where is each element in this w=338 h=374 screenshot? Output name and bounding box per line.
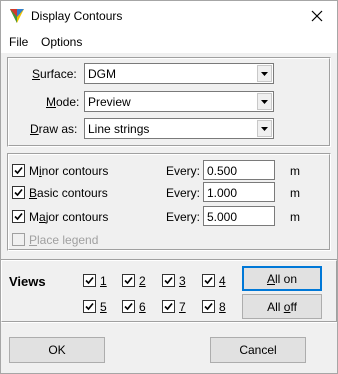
place-legend-checkbox[interactable] xyxy=(12,233,25,246)
menu-bar: File Options xyxy=(1,31,337,53)
title-bar: Display Contours xyxy=(1,1,337,31)
chevron-down-icon xyxy=(257,120,272,137)
basic-contours-label: Basic contours xyxy=(29,186,108,200)
major-contours-checkbox[interactable] xyxy=(12,210,25,223)
view-8-checkbox[interactable] xyxy=(202,300,215,313)
view-7-checkbox[interactable] xyxy=(162,300,175,313)
all-on-button[interactable]: All on xyxy=(242,266,322,291)
contours-panel: Minor contours Every: 0.500 m Basic cont… xyxy=(7,153,331,251)
basic-contours-checkbox[interactable] xyxy=(12,186,25,199)
check-icon xyxy=(164,302,173,311)
check-icon xyxy=(204,302,213,311)
view-1-label: 1 xyxy=(100,274,107,288)
display-contours-dialog: Display Contours File Options Surface: D… xyxy=(0,0,338,374)
check-icon xyxy=(164,276,173,285)
view-1-checkbox[interactable] xyxy=(83,274,96,287)
check-icon xyxy=(124,302,133,311)
place-legend-label: Place legend xyxy=(29,233,99,247)
mode-select[interactable]: Preview xyxy=(84,91,274,112)
menu-options[interactable]: Options xyxy=(41,35,82,49)
draw-as-select[interactable]: Line strings xyxy=(84,118,274,139)
all-off-button[interactable]: All off xyxy=(242,294,322,319)
major-interval-value: 5.000 xyxy=(207,210,238,224)
surface-value: DGM xyxy=(88,67,116,81)
view-5-label: 5 xyxy=(100,300,107,314)
ok-button[interactable]: OK xyxy=(9,337,105,363)
basic-unit: m xyxy=(290,186,300,200)
surface-select[interactable]: DGM xyxy=(84,63,274,84)
minor-interval-input[interactable]: 0.500 xyxy=(203,160,275,180)
major-interval-input[interactable]: 5.000 xyxy=(203,206,275,226)
app-icon xyxy=(10,9,24,23)
check-icon xyxy=(85,302,94,311)
view-2-checkbox[interactable] xyxy=(122,274,135,287)
views-panel: Views 1 2 3 4 5 6 7 8 All on All off xyxy=(1,259,337,323)
views-title: Views xyxy=(9,274,46,289)
surface-label: Surface: xyxy=(32,67,77,81)
menu-file[interactable]: File xyxy=(9,35,28,49)
view-8-label: 8 xyxy=(219,300,226,314)
view-5-checkbox[interactable] xyxy=(83,300,96,313)
view-6-label: 6 xyxy=(139,300,146,314)
check-icon xyxy=(85,276,94,285)
close-button[interactable] xyxy=(297,1,337,31)
view-2-label: 2 xyxy=(139,274,146,288)
check-icon xyxy=(124,276,133,285)
minor-unit: m xyxy=(290,164,300,178)
minor-interval-value: 0.500 xyxy=(207,164,238,178)
chevron-down-icon xyxy=(257,93,272,110)
settings-panel: Surface: DGM Mode: Preview Draw as: Line… xyxy=(7,57,331,147)
close-icon xyxy=(311,10,323,22)
major-contours-label: Major contours xyxy=(29,210,109,224)
view-3-label: 3 xyxy=(179,274,186,288)
view-6-checkbox[interactable] xyxy=(122,300,135,313)
basic-every-label: Every: xyxy=(166,186,201,200)
draw-as-value: Line strings xyxy=(88,122,150,136)
view-4-checkbox[interactable] xyxy=(202,274,215,287)
view-7-label: 7 xyxy=(179,300,186,314)
draw-as-label: Draw as: xyxy=(30,122,78,136)
check-icon xyxy=(14,166,23,175)
basic-interval-input[interactable]: 1.000 xyxy=(203,182,275,202)
cancel-button[interactable]: Cancel xyxy=(210,337,306,363)
all-on-label: All on xyxy=(266,271,298,286)
major-unit: m xyxy=(290,210,300,224)
chevron-down-icon xyxy=(257,65,272,82)
check-icon xyxy=(204,276,213,285)
major-every-label: Every: xyxy=(166,210,201,224)
mode-label: Mode: xyxy=(46,95,80,109)
check-icon xyxy=(14,212,23,221)
all-off-label: All off xyxy=(267,299,297,314)
basic-interval-value: 1.000 xyxy=(207,186,238,200)
check-icon xyxy=(14,188,23,197)
minor-contours-label: Minor contours xyxy=(29,164,109,178)
mode-value: Preview xyxy=(88,95,131,109)
window-title: Display Contours xyxy=(31,9,123,23)
minor-contours-checkbox[interactable] xyxy=(12,164,25,177)
minor-every-label: Every: xyxy=(166,164,201,178)
view-4-label: 4 xyxy=(219,274,226,288)
view-3-checkbox[interactable] xyxy=(162,274,175,287)
